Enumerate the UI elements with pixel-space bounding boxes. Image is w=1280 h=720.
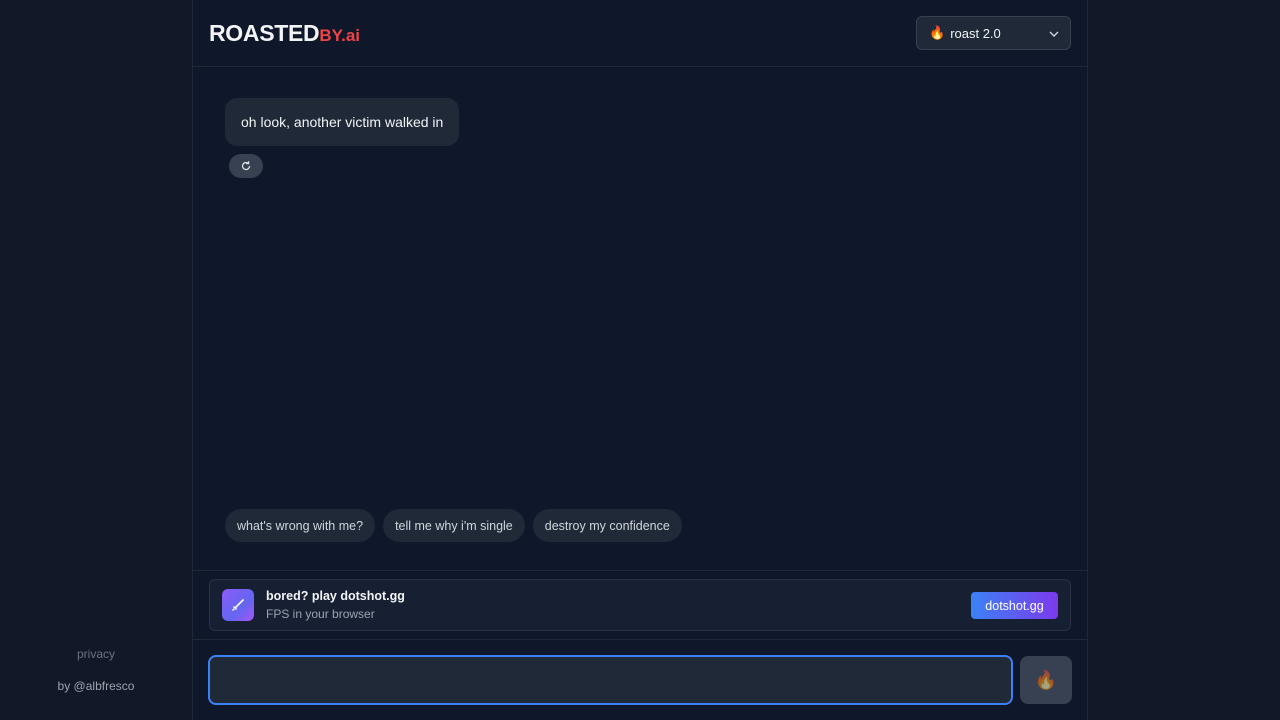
message-input[interactable] <box>208 655 1013 705</box>
divider <box>193 570 1087 571</box>
suggestion-chips: what's wrong with me? tell me why i'm si… <box>225 509 682 542</box>
credit-text[interactable]: by @albfresco <box>0 679 192 693</box>
model-select[interactable]: 🔥 roast 2.0 <box>916 16 1071 50</box>
regenerate-button[interactable] <box>229 154 263 178</box>
privacy-link[interactable]: privacy <box>0 647 192 661</box>
header: ROASTEDBY.ai 🔥 roast 2.0 <box>193 0 1087 67</box>
send-button[interactable]: 🔥 <box>1020 656 1072 704</box>
chevron-down-icon <box>1049 31 1059 37</box>
promo-banner[interactable]: bored? play dotshot.gg FPS in your brows… <box>209 579 1071 631</box>
assistant-message: oh look, another victim walked in <box>225 98 460 146</box>
flame-icon: 🔥 <box>929 25 946 40</box>
model-select-value: roast 2.0 <box>950 25 1001 41</box>
refresh-icon <box>241 161 251 171</box>
logo-suffix: BY.ai <box>319 26 360 45</box>
logo-main: ROASTED <box>209 20 320 46</box>
chat-panel: ROASTEDBY.ai 🔥 roast 2.0 oh look, anothe… <box>192 0 1088 720</box>
logo[interactable]: ROASTEDBY.ai <box>209 20 360 47</box>
left-rail: privacy by @albfresco <box>0 0 192 720</box>
flame-icon: 🔥 <box>1034 669 1058 690</box>
suggestion-chip[interactable]: what's wrong with me? <box>225 509 376 542</box>
sword-icon <box>222 589 254 621</box>
divider <box>193 639 1087 640</box>
right-rail <box>1088 0 1280 720</box>
suggestion-chip[interactable]: tell me why i'm single <box>383 509 525 542</box>
message-text: oh look, another victim walked in <box>241 114 444 130</box>
promo-title: bored? play dotshot.gg <box>266 589 405 603</box>
promo-subtitle: FPS in your browser <box>266 607 375 621</box>
suggestion-chip[interactable]: destroy my confidence <box>532 509 682 542</box>
promo-cta-button[interactable]: dotshot.gg <box>971 592 1058 619</box>
